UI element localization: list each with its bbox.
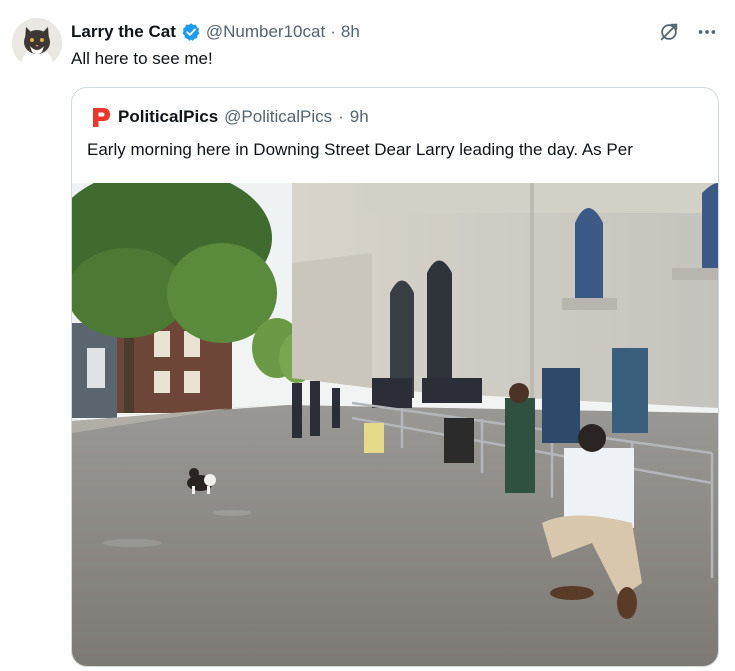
cat-avatar-image xyxy=(12,18,62,68)
quoted-header: PoliticalPics @PoliticalPics · 9h xyxy=(90,106,369,128)
quoted-text: Early morning here in Downing Street Dea… xyxy=(87,140,633,159)
avatar[interactable] xyxy=(12,18,62,68)
tweet-header: Larry the Cat @Number10cat · 8h xyxy=(71,20,360,44)
quoted-separator-dot: · xyxy=(338,107,344,126)
tweet-top-actions xyxy=(657,20,719,44)
tweet-text: All here to see me! xyxy=(71,49,213,68)
verified-badge-icon xyxy=(181,22,201,42)
more-icon[interactable] xyxy=(695,20,719,44)
downing-street-photo[interactable] xyxy=(72,183,718,666)
author-name[interactable]: Larry the Cat xyxy=(71,22,176,42)
author-handle[interactable]: @Number10cat xyxy=(206,22,325,42)
grok-icon[interactable] xyxy=(657,20,681,44)
quoted-author-name[interactable]: PoliticalPics xyxy=(118,107,218,127)
quoted-time[interactable]: 9h xyxy=(350,107,369,127)
quoted-tweet[interactable]: PoliticalPics @PoliticalPics · 9h Early … xyxy=(71,87,719,667)
separator-dot: · xyxy=(330,22,336,41)
tweet-time[interactable]: 8h xyxy=(341,22,360,42)
quoted-author-handle[interactable]: @PoliticalPics xyxy=(224,107,332,127)
politicalpics-logo xyxy=(90,106,112,128)
